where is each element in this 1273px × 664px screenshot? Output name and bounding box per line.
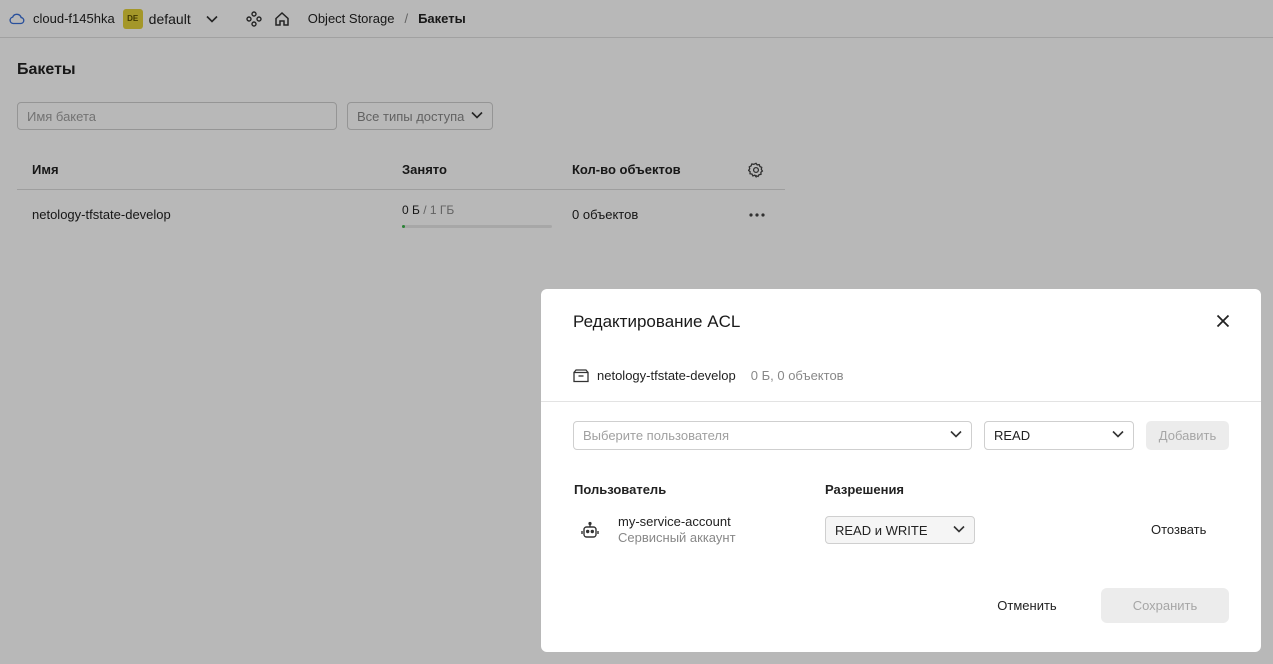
account-type: Сервисный аккаунт <box>618 530 736 545</box>
dialog-title: Редактирование ACL <box>573 312 741 331</box>
permission-select[interactable]: READ <box>984 421 1134 450</box>
bucket-icon <box>573 368 589 382</box>
acl-edit-dialog: Редактирование ACL netology-tfstate-deve… <box>541 289 1261 652</box>
revoke-button[interactable]: Отозвать <box>1151 522 1206 537</box>
cancel-button[interactable]: Отменить <box>981 588 1073 623</box>
close-icon[interactable] <box>1213 311 1233 331</box>
user-select[interactable]: Выберите пользователя <box>573 421 972 450</box>
add-button[interactable]: Добавить <box>1146 421 1229 450</box>
save-button[interactable]: Сохранить <box>1101 588 1229 623</box>
entry-permission-value: READ и WRITE <box>835 522 928 538</box>
account-name: my-service-account <box>618 514 731 529</box>
divider <box>541 401 1261 402</box>
chevron-down-icon <box>950 430 962 438</box>
user-select-placeholder: Выберите пользователя <box>583 428 730 443</box>
acl-column-user: Пользователь <box>574 482 667 497</box>
chevron-down-icon <box>953 525 965 533</box>
dialog-bucket-name: netology-tfstate-develop <box>597 368 736 383</box>
entry-permission-select[interactable]: READ и WRITE <box>825 516 975 544</box>
permission-select-value: READ <box>994 428 1031 443</box>
bucket-info: netology-tfstate-develop 0 Б, 0 объектов <box>573 368 844 383</box>
robot-icon <box>581 521 599 538</box>
acl-column-permissions: Разрешения <box>825 482 905 497</box>
chevron-down-icon <box>1112 430 1124 438</box>
dialog-bucket-meta: 0 Б, 0 объектов <box>750 368 844 383</box>
